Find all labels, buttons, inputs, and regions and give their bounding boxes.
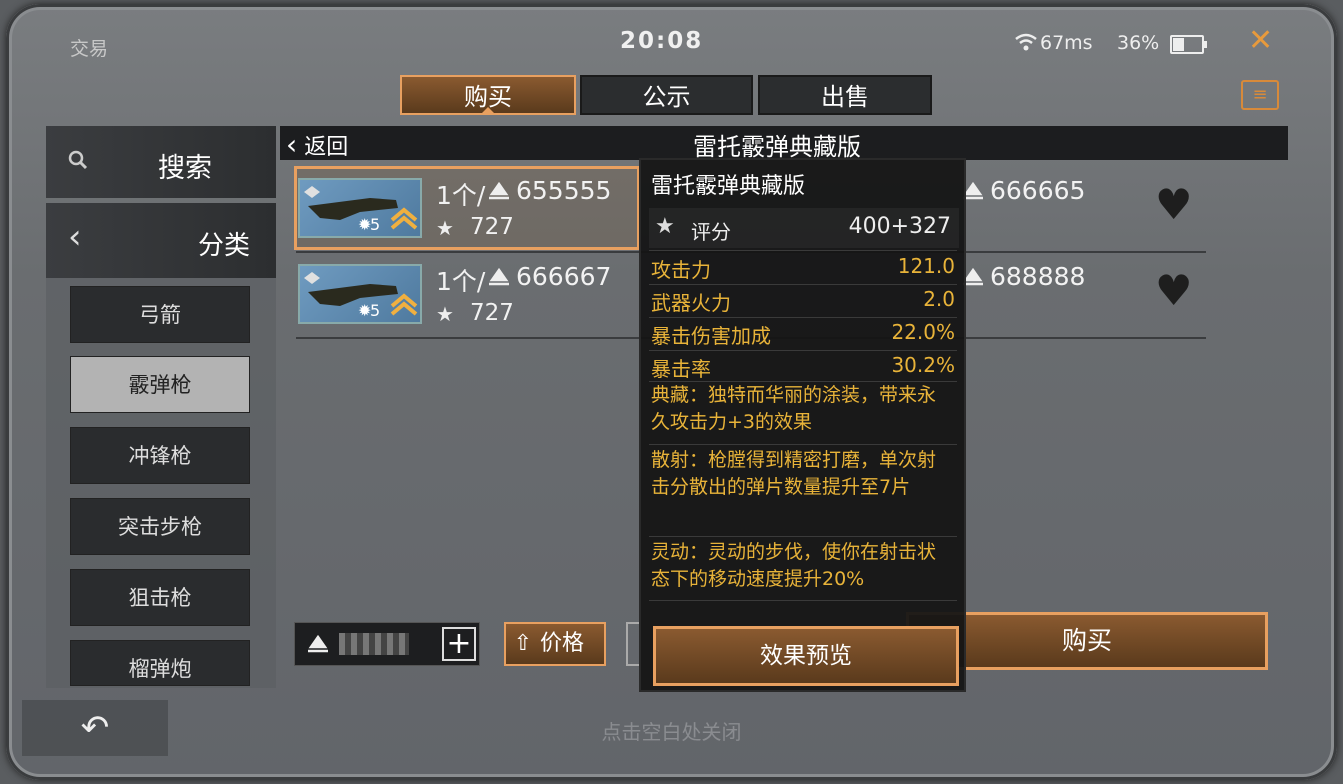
rating-icon: ★ <box>655 214 675 239</box>
listing-price: 688888 <box>990 262 1086 291</box>
ping-text: 67ms <box>1040 32 1093 54</box>
stat-label: 武器火力 <box>651 291 731 315</box>
tier-badge: 5 <box>370 301 380 320</box>
add-currency-button[interactable]: + <box>442 627 476 661</box>
back-button[interactable]: ‹ 返回 <box>286 128 348 161</box>
separator <box>649 317 957 318</box>
stat-value: 30.2% <box>891 353 955 377</box>
tab-buy[interactable]: 购买 <box>400 75 576 115</box>
weapon-thumbnail: ✹ 5 <box>298 264 422 324</box>
separator <box>649 350 957 351</box>
listing-qty: 1个/ <box>436 267 486 296</box>
stat-value: 121.0 <box>897 254 955 278</box>
category-bow[interactable]: 弓箭 <box>70 286 250 343</box>
score-label: 评分 <box>691 220 731 244</box>
stat-row: 攻击力 121.0 <box>651 254 955 283</box>
listing-row[interactable]: 666665 ♥ <box>960 170 1210 250</box>
listing-rating: 727 <box>470 300 514 326</box>
wifi-icon <box>1014 32 1038 56</box>
separator <box>649 600 957 601</box>
effect-description: 灵动：灵动的步伐，使你在射击状态下的移动速度提升20% <box>651 541 937 590</box>
category-sniper[interactable]: 狙击枪 <box>70 569 250 626</box>
listing-rating: 727 <box>470 214 514 240</box>
chevron-left-icon: ‹ <box>68 217 82 257</box>
effect-description: 典藏：独特而华丽的涂装，带来永久攻击力+3的效果 <box>651 384 937 433</box>
rating-icon: ★ <box>436 216 454 240</box>
tier-badge: 5 <box>370 215 380 234</box>
favorite-heart-icon[interactable]: ♥ <box>1155 266 1193 315</box>
close-hint: 点击空白处关闭 <box>601 720 742 744</box>
listing-price: 666667 <box>516 262 612 291</box>
sort-price-button[interactable]: ⇧ 价格 <box>504 622 606 666</box>
listing-row[interactable]: ✹ 5 1个/ 666667 ★ 727 <box>298 256 638 336</box>
category-smg[interactable]: 冲锋枪 <box>70 427 250 484</box>
listing-price: 666665 <box>990 176 1086 205</box>
category-grenade-launcher[interactable]: 榴弹炮 <box>70 640 250 686</box>
stat-label: 暴击率 <box>651 357 711 381</box>
category-button[interactable]: ‹ 分类 <box>46 203 276 278</box>
close-icon[interactable]: ✕ <box>1248 26 1273 56</box>
category-shotgun[interactable]: 霰弹枪 <box>70 356 250 413</box>
listing-row[interactable]: ✹ 5 1个/ 655555 ★ 727 <box>298 170 638 250</box>
screen-title: 交易 <box>70 38 109 60</box>
arrow-up-icon: ⇧ <box>513 631 533 656</box>
item-title: 雷托霰弹典藏版 <box>693 133 861 161</box>
stat-row: 暴击伤害加成 22.0% <box>651 320 955 349</box>
stat-row: 武器火力 2.0 <box>651 287 955 316</box>
separator <box>649 250 957 251</box>
category-assault-rifle[interactable]: 突击步枪 <box>70 498 250 555</box>
listing-qty: 1个/ <box>436 181 486 210</box>
currency-icon <box>305 633 331 659</box>
clock: 20:08 <box>620 28 704 54</box>
balance-blurred <box>339 633 409 655</box>
search-icon <box>66 148 90 176</box>
currency-icon <box>486 266 512 292</box>
back-label: 返回 <box>304 135 349 160</box>
currency-icon <box>486 180 512 206</box>
weapon-thumbnail: ✹ 5 <box>298 178 422 238</box>
effect-description: 散射：枪膛得到精密打磨，单次射击分散出的弹片数量提升至7片 <box>651 449 937 498</box>
item-tooltip: 雷托霰弹典藏版 ★ 评分 400+327 攻击力 121.0 武器火力 2.0 暴击… <box>639 158 966 692</box>
separator <box>649 284 957 285</box>
stat-label: 暴击伤害加成 <box>651 324 771 348</box>
sort-price-label: 价格 <box>540 631 585 656</box>
separator <box>649 536 957 537</box>
favorite-heart-icon[interactable]: ♥ <box>1155 180 1193 229</box>
rating-icon: ★ <box>436 302 454 326</box>
separator <box>649 444 957 445</box>
battery-icon <box>1170 35 1207 54</box>
battery-percent: 36% <box>1117 32 1160 54</box>
battery-fill <box>1173 38 1184 51</box>
tab-sell[interactable]: 出售 <box>758 75 932 115</box>
listing-price: 655555 <box>516 176 612 205</box>
stat-value: 22.0% <box>891 320 955 344</box>
category-label: 分类 <box>198 231 251 261</box>
sort-button-partial[interactable] <box>626 622 640 666</box>
effect-preview-button[interactable]: 效果预览 <box>653 626 959 686</box>
listing-row[interactable]: 688888 ♥ <box>960 256 1210 336</box>
stat-value: 2.0 <box>923 287 955 311</box>
score-value: 400+327 <box>848 214 951 239</box>
search-button[interactable]: 搜索 <box>46 126 276 198</box>
tab-announce[interactable]: 公示 <box>580 75 753 115</box>
stat-label: 攻击力 <box>651 258 711 282</box>
tooltip-title: 雷托霰弹典藏版 <box>651 174 806 199</box>
score-row: ★ 评分 400+327 <box>649 208 959 248</box>
stat-row: 暴击率 30.2% <box>651 353 955 382</box>
clipboard-icon[interactable]: ≡ <box>1241 80 1279 110</box>
search-label: 搜索 <box>158 153 212 184</box>
chevron-left-icon: ‹ <box>286 128 298 161</box>
